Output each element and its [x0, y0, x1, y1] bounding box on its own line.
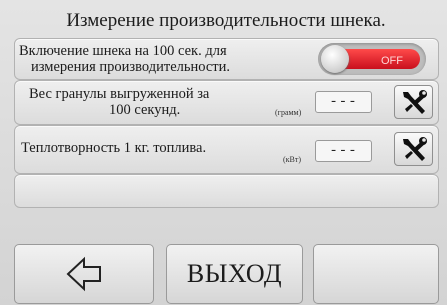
pellet-weight-panel: Вес гранулы выгруженной за 100 секунд. (…	[14, 80, 439, 125]
toggle-knob	[321, 45, 349, 73]
calorific-value-unit: (кВт)	[283, 155, 302, 164]
auger-label-line2: измерения производительности.	[31, 59, 231, 75]
back-button[interactable]	[14, 244, 154, 304]
exit-label: ВЫХОД	[186, 259, 283, 288]
calorific-value-settings-button[interactable]	[394, 132, 433, 166]
pellet-weight-unit: (грамм)	[275, 108, 302, 117]
calorific-value-label: Теплотворность 1 кг. топлива.	[21, 140, 207, 156]
auger-label-line1: Включение шнека на 100 сек. для	[19, 43, 227, 59]
pellet-weight-settings-button[interactable]	[394, 85, 433, 119]
calorific-value-panel: Теплотворность 1 кг. топлива. (кВт) ---	[14, 125, 439, 174]
pellet-label-line1: Вес гранулы выгруженной за	[29, 86, 210, 102]
pellet-weight-label: Вес гранулы выгруженной за 100 секунд.	[29, 86, 289, 118]
screen: Измерение производительности шнека. Вклю…	[0, 0, 447, 305]
pellet-label-line2: 100 секунд.	[109, 102, 181, 118]
toggle-state-label: OFF	[381, 55, 403, 67]
empty-panel	[14, 174, 439, 208]
auger-test-label: Включение шнека на 100 сек. для измерени…	[19, 43, 314, 75]
tools-icon	[402, 137, 427, 161]
exit-button[interactable]: ВЫХОД	[166, 244, 303, 304]
auger-test-panel: Включение шнека на 100 сек. для измерени…	[14, 38, 439, 80]
calorific-value-field[interactable]: ---	[315, 140, 372, 162]
arrow-left-icon	[66, 256, 101, 292]
tools-icon	[402, 90, 427, 114]
blank-button[interactable]	[313, 244, 439, 304]
auger-toggle-switch[interactable]: OFF	[318, 43, 426, 75]
pellet-weight-field[interactable]: ---	[315, 91, 372, 113]
page-title: Измерение производительности шнека.	[66, 10, 386, 31]
